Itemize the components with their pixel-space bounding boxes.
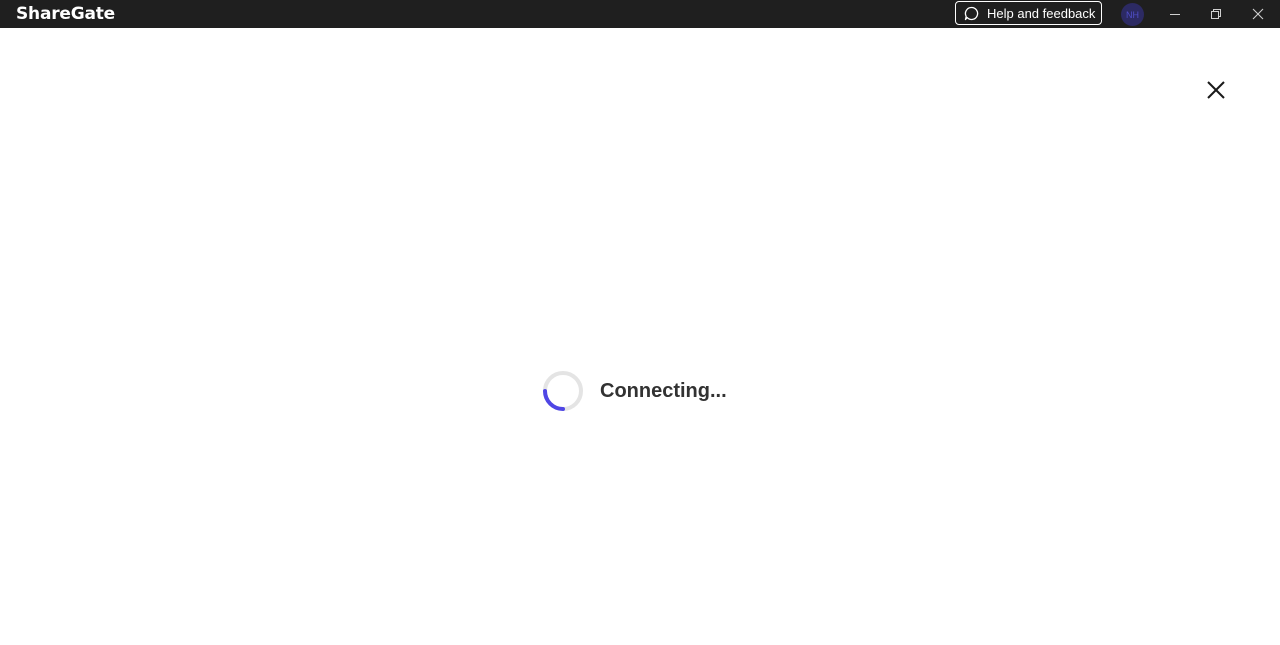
minimize-button[interactable] [1155,0,1195,28]
connecting-status-text: Connecting... [600,379,727,402]
loading-spinner-icon [542,370,584,412]
close-icon [1252,8,1264,20]
chat-bubble-icon [964,6,979,21]
help-and-feedback-label: Help and feedback [987,5,1096,21]
connecting-indicator: Connecting... [542,370,727,412]
restore-icon [1210,8,1222,20]
restore-button[interactable] [1196,0,1236,28]
title-bar: ShareGate Help and feedback NH [0,0,1280,28]
help-and-feedback-button[interactable]: Help and feedback [955,1,1102,25]
user-avatar[interactable]: NH [1121,3,1144,26]
minimize-icon [1169,8,1181,20]
close-dialog-button[interactable] [1202,78,1230,106]
app-logo: ShareGate [16,4,116,24]
close-window-button[interactable] [1238,0,1278,28]
close-icon [1206,80,1226,105]
